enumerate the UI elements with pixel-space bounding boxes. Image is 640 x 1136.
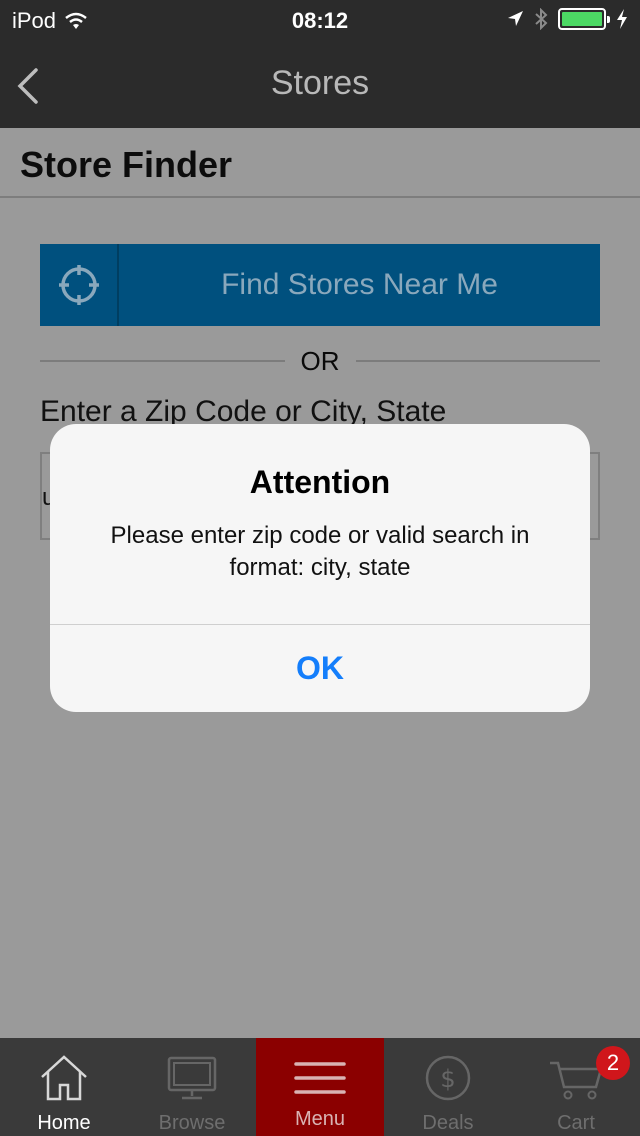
tab-menu[interactable]: Menu: [256, 1038, 384, 1136]
charging-bolt-icon: [617, 9, 627, 29]
tab-deals[interactable]: $ Deals: [384, 1038, 512, 1136]
tab-label: Menu: [294, 1108, 346, 1130]
divider: [40, 360, 285, 362]
tab-browse[interactable]: Browse: [128, 1038, 256, 1136]
tab-home[interactable]: Home: [0, 1038, 128, 1136]
tab-label: Browse: [158, 1112, 226, 1134]
or-separator: OR: [40, 344, 600, 378]
bluetooth-icon: [535, 8, 548, 30]
status-bar: iPod 08:12: [0, 0, 640, 40]
divider: [355, 360, 600, 362]
monitor-icon: [167, 1056, 217, 1100]
find-stores-label: Find Stores Near Me: [221, 268, 498, 301]
alert-title: Attention: [249, 464, 391, 500]
find-stores-near-me-button[interactable]: Find Stores Near Me: [40, 244, 600, 326]
navigation-bar: Stores: [0, 40, 640, 128]
attention-alert-dialog: Attention Please enter zip code or valid…: [50, 424, 590, 712]
svg-text:$: $: [440, 1065, 455, 1093]
tab-label: Cart: [557, 1112, 595, 1134]
alert-ok-button[interactable]: OK: [50, 625, 590, 712]
crosshair-location-icon: [58, 265, 99, 305]
battery-icon: [558, 8, 610, 30]
tab-bar: Home Browse Menu $ Deals Cart 2: [0, 1038, 640, 1136]
tab-cart[interactable]: Cart 2: [512, 1038, 640, 1136]
dollar-icon: $: [425, 1055, 471, 1101]
cart-count-badge: 2: [596, 1046, 630, 1080]
home-icon: [41, 1055, 87, 1101]
tab-label: Home: [37, 1112, 91, 1134]
location-arrow-icon: [508, 11, 523, 26]
alert-message: Please enter zip code or valid search in…: [110, 522, 530, 581]
tab-label: Deals: [422, 1112, 474, 1134]
or-text: OR: [300, 345, 340, 376]
page-header: Store Finder: [0, 128, 640, 198]
menu-icon: [294, 1062, 346, 1094]
nav-title: Stores: [270, 64, 370, 102]
page-title: Store Finder: [20, 144, 233, 185]
